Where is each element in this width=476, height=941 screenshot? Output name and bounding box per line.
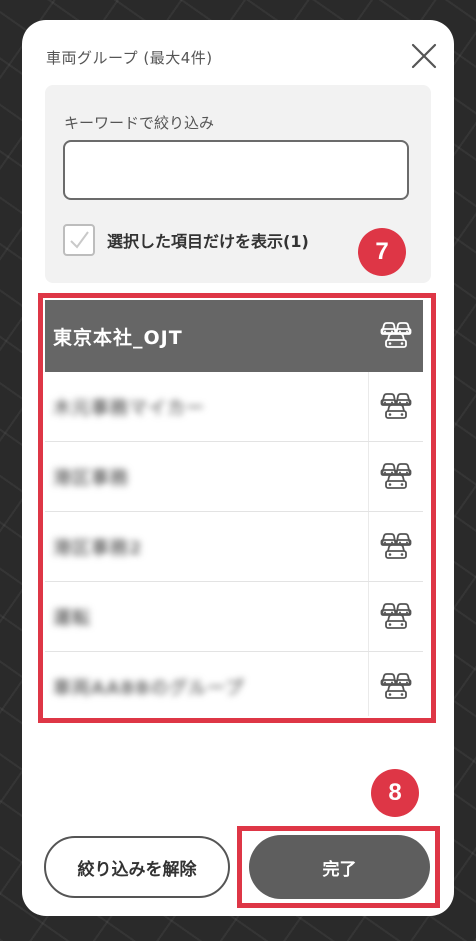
close-icon	[411, 43, 437, 69]
group-list-item[interactable]: 車両AABBのグループ	[45, 652, 423, 716]
group-icon-cell	[368, 372, 423, 441]
keyword-filter-label: キーワードで絞り込み	[64, 114, 215, 132]
group-name: 港区事務	[53, 467, 129, 489]
group-name: 港区事務2	[53, 537, 143, 559]
group-name: 運転	[53, 607, 91, 629]
car-group-icon	[380, 322, 412, 348]
group-name: 車両AABBのグループ	[53, 677, 245, 699]
group-name: 木元事務マイカー	[53, 397, 205, 419]
group-list-item[interactable]: 東京本社_OJT	[45, 300, 423, 372]
clear-filter-button[interactable]: 絞り込みを解除	[44, 836, 230, 898]
car-group-icon	[380, 462, 412, 489]
group-name: 東京本社_OJT	[53, 326, 183, 349]
group-list-item[interactable]: 港区事務	[45, 442, 423, 512]
show-selected-label: 選択した項目だけを表示(1)	[107, 232, 309, 251]
show-selected-checkbox[interactable]	[63, 224, 95, 256]
group-list-item[interactable]: 運転	[45, 582, 423, 652]
checkmark-icon	[70, 231, 89, 249]
group-icon-cell	[368, 652, 423, 716]
car-group-icon	[380, 672, 412, 699]
step-badge-7: 7	[358, 228, 406, 276]
group-icon-cell	[368, 442, 423, 511]
group-icon-cell	[369, 300, 423, 372]
vehicle-group-list: 東京本社_OJT 木元事務マイカー 港区事務 港区事務2 運転 車両AABBのグ…	[45, 300, 423, 716]
car-group-icon	[380, 602, 412, 629]
group-icon-cell	[368, 512, 423, 581]
car-group-icon	[380, 392, 412, 419]
group-list-item[interactable]: 木元事務マイカー	[45, 372, 423, 442]
car-group-icon	[380, 532, 412, 559]
close-button[interactable]	[404, 36, 444, 76]
step-badge-8: 8	[371, 769, 419, 817]
show-selected-toggle[interactable]: 選択した項目だけを表示(1)	[63, 222, 309, 258]
keyword-search-input[interactable]	[63, 140, 409, 200]
modal-title: 車両グループ (最大4件)	[46, 49, 213, 67]
group-icon-cell	[368, 582, 423, 651]
group-list-item[interactable]: 港区事務2	[45, 512, 423, 582]
done-button[interactable]: 完了	[249, 835, 430, 899]
